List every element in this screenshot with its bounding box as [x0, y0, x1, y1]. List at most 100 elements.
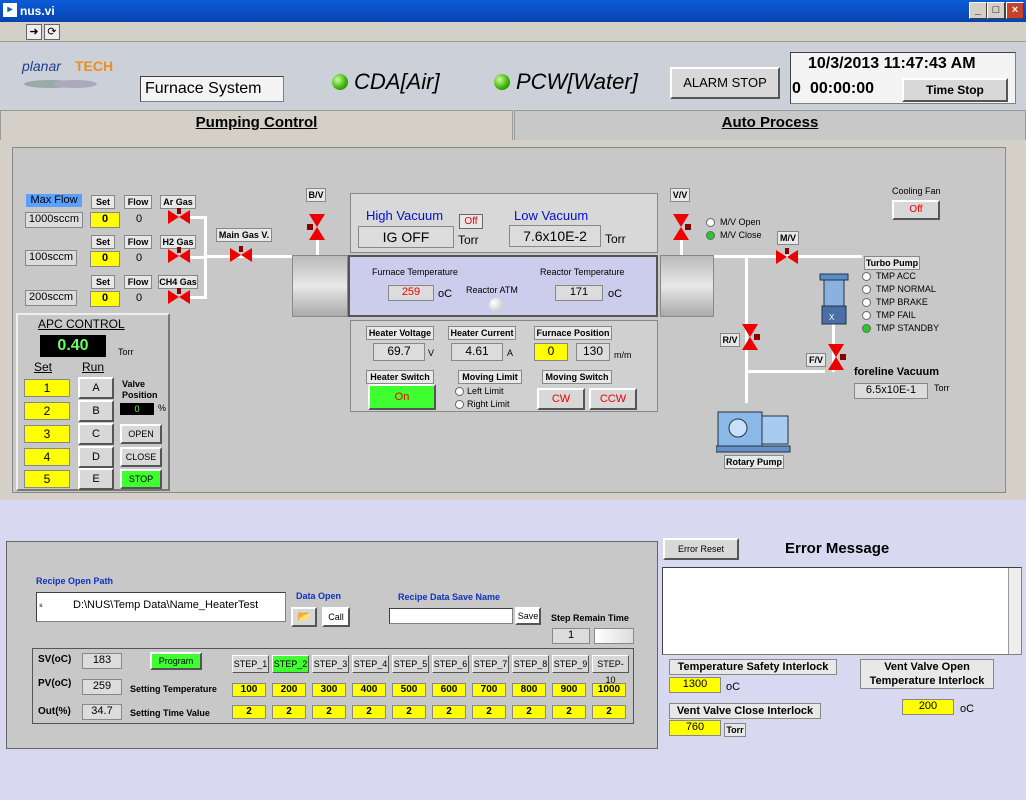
step-9-button[interactable]: STEP_9 [552, 655, 589, 673]
program-button[interactable]: Program [150, 652, 202, 670]
step-8-temp-input[interactable]: 800 [512, 683, 546, 697]
apc-stop-button[interactable]: STOP [120, 469, 162, 489]
heater-voltage-value: 69.7 [373, 343, 425, 361]
step-2-temp-input[interactable]: 200 [272, 683, 306, 697]
ar-valve-icon[interactable] [168, 208, 190, 226]
cooling-fan-button[interactable]: Off [892, 200, 940, 220]
rv-label: R/V [720, 333, 740, 347]
step-5-time-input[interactable]: 2 [392, 705, 426, 719]
tmp-standby-indicator [862, 324, 871, 333]
tab-bar: Pumping Control Auto Process [0, 110, 1026, 140]
low-vacuum-label: Low Vacuum [514, 208, 589, 223]
step-6-time-input[interactable]: 2 [432, 705, 466, 719]
cw-button[interactable]: CW [537, 388, 585, 410]
apc-run-c-button[interactable]: C [78, 423, 114, 445]
step-9-temp-input[interactable]: 900 [552, 683, 586, 697]
turbo-pump-icon: X [819, 273, 849, 325]
apc-set-2[interactable]: 2 [24, 402, 70, 420]
right-limit-label: Right Limit [467, 399, 510, 409]
step-7-time-input[interactable]: 2 [472, 705, 506, 719]
step-4-button[interactable]: STEP_4 [352, 655, 389, 673]
step-6-button[interactable]: STEP_6 [432, 655, 469, 673]
mv-close-indicator [706, 231, 715, 240]
step-2-button[interactable]: STEP_2 [272, 655, 309, 673]
step-8-time-input[interactable]: 2 [512, 705, 546, 719]
main-gas-label: Main Gas V. [216, 228, 272, 242]
apc-run-e-button[interactable]: E [78, 468, 114, 490]
moving-switch-label: Moving Switch [542, 370, 612, 384]
foreline-vacuum-label: foreline Vacuum [854, 366, 939, 378]
tmp-normal-label: TMP NORMAL [876, 284, 936, 294]
apc-set-4[interactable]: 4 [24, 448, 70, 466]
bv-valve-icon[interactable] [307, 214, 327, 240]
maximize-button[interactable]: □ [987, 2, 1005, 19]
ch4-valve-icon[interactable] [168, 288, 190, 306]
temp-safety-input[interactable]: 1300 [669, 677, 721, 693]
step-9-time-input[interactable]: 2 [552, 705, 586, 719]
step-7-button[interactable]: STEP_7 [472, 655, 509, 673]
vv-valve-icon[interactable] [671, 214, 691, 240]
error-scrollbar[interactable] [1008, 568, 1021, 654]
fv-valve-icon[interactable] [826, 344, 846, 370]
step-2-time-input[interactable]: 2 [272, 705, 306, 719]
ccw-button[interactable]: CCW [589, 388, 637, 410]
turbo-pump-label: Turbo Pump [864, 256, 920, 270]
high-vacuum-state-button[interactable]: Off [459, 214, 483, 229]
close-button[interactable]: × [1006, 2, 1024, 19]
apc-set-1[interactable]: 1 [24, 379, 70, 397]
pipe [745, 370, 825, 373]
apc-pressure-display: 0.40 [40, 335, 106, 357]
step-8-button[interactable]: STEP_8 [512, 655, 549, 673]
main-gas-valve-icon[interactable] [230, 246, 252, 264]
furnace-position-input[interactable]: 0 [534, 343, 568, 361]
save-button[interactable]: Save [515, 607, 541, 625]
h2-valve-icon[interactable] [168, 247, 190, 265]
step-3-temp-input[interactable]: 300 [312, 683, 346, 697]
apc-run-d-button[interactable]: D [78, 446, 114, 468]
step-1-button[interactable]: STEP_1 [232, 655, 269, 673]
mv-open-indicator [706, 218, 715, 227]
step-7-temp-input[interactable]: 700 [472, 683, 506, 697]
step-10-temp-input[interactable]: 1000 [592, 683, 626, 697]
time-stop-button[interactable]: Time Stop [902, 78, 1008, 102]
ar-set-input[interactable]: 0 [90, 212, 120, 228]
alarm-stop-button[interactable]: ALARM STOP [670, 67, 780, 99]
rv-valve-icon[interactable] [740, 324, 760, 350]
vent-open-input[interactable]: 200 [902, 699, 954, 715]
error-reset-button[interactable]: Error Reset [663, 538, 739, 560]
datetime: 10/3/2013 11:47:43 AM [808, 55, 976, 72]
furnace-temp-unit: oC [438, 288, 453, 300]
step-6-temp-input[interactable]: 600 [432, 683, 466, 697]
apc-set-3[interactable]: 3 [24, 425, 70, 443]
step-10-button[interactable]: STEP-10 [592, 655, 629, 685]
mv-valve-icon[interactable] [776, 248, 798, 266]
minimize-button[interactable]: _ [969, 2, 987, 19]
folder-open-icon[interactable]: 📂 [291, 607, 317, 627]
step-5-button[interactable]: STEP_5 [392, 655, 429, 673]
h2-set-input[interactable]: 0 [90, 251, 120, 267]
heater-switch-button[interactable]: On [368, 384, 436, 410]
apc-run-b-button[interactable]: B [78, 400, 114, 422]
recipe-path-field[interactable]: D:\NUS\Temp Data\Name_HeaterTest [36, 592, 286, 622]
tab-pumping-control[interactable]: Pumping Control [0, 110, 513, 140]
apc-run-a-button[interactable]: A [78, 377, 114, 399]
ch4-set-input[interactable]: 0 [90, 291, 120, 307]
foreline-vacuum-unit: Torr [934, 383, 950, 393]
step-1-time-input[interactable]: 2 [232, 705, 266, 719]
apc-close-button[interactable]: CLOSE [120, 447, 162, 467]
step-4-time-input[interactable]: 2 [352, 705, 386, 719]
step-3-button[interactable]: STEP_3 [312, 655, 349, 673]
step-3-time-input[interactable]: 2 [312, 705, 346, 719]
apc-set-5[interactable]: 5 [24, 470, 70, 488]
step-5-temp-input[interactable]: 500 [392, 683, 426, 697]
run-continuously-icon[interactable]: ⟳ [44, 24, 60, 40]
apc-open-button[interactable]: OPEN [120, 424, 162, 444]
save-name-input[interactable] [389, 608, 513, 624]
step-1-temp-input[interactable]: 100 [232, 683, 266, 697]
call-button[interactable]: Call [322, 607, 350, 627]
tab-auto-process[interactable]: Auto Process [514, 110, 1026, 140]
step-10-time-input[interactable]: 2 [592, 705, 626, 719]
step-4-temp-input[interactable]: 400 [352, 683, 386, 697]
vent-close-input[interactable]: 760 [669, 720, 721, 736]
run-arrow-icon[interactable]: ➜ [26, 24, 42, 40]
